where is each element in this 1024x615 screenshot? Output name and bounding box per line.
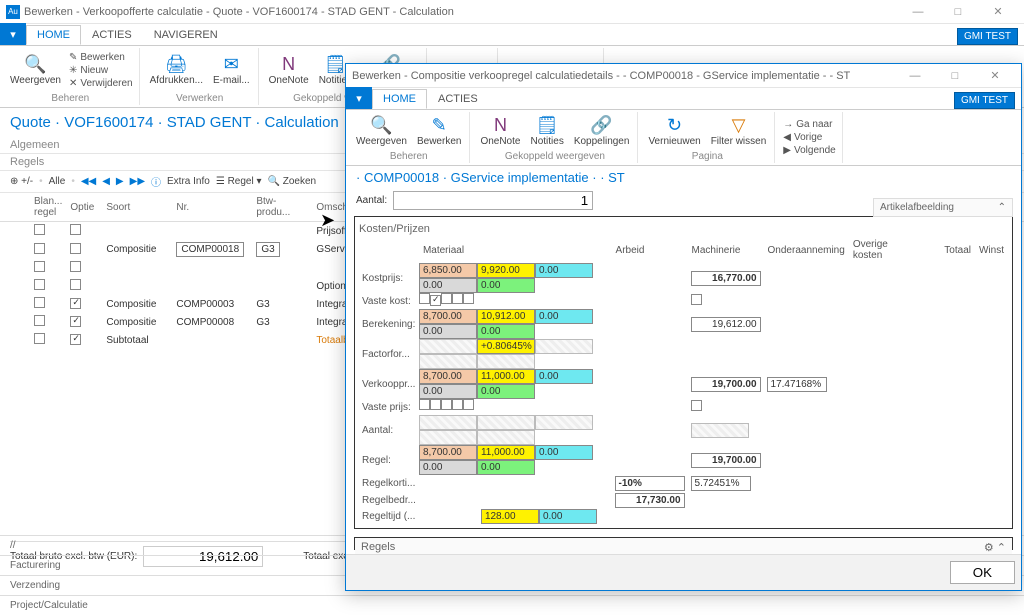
note-icon: 🗒	[325, 54, 345, 74]
ribbon-group-verwerken: Verwerken	[146, 92, 254, 105]
verwijderen-button[interactable]: ✕ Verwijderen	[67, 77, 135, 90]
nav-prev[interactable]: ◀	[102, 176, 110, 187]
nav-next[interactable]: ▶	[116, 176, 124, 187]
child-title-text: Bewerken - Compositie verkoopregel calcu…	[352, 70, 850, 82]
refresh-icon: ↻	[665, 115, 685, 135]
onenote-icon: N	[490, 115, 510, 135]
tab-home[interactable]: HOME	[26, 25, 81, 45]
tab-navigeren[interactable]: NAVIGEREN	[143, 25, 229, 45]
mail-icon: ✉	[221, 54, 241, 74]
afdrukken-button[interactable]: 🖨Afdrukken...	[146, 48, 207, 92]
tab-acties[interactable]: ACTIES	[81, 25, 143, 45]
kosten-header: Kosten/Prijzen	[359, 221, 1008, 237]
note-icon: 🗒	[537, 115, 557, 135]
child-bewerken-button[interactable]: ✎Bewerken	[413, 112, 465, 150]
child-group-pagina: Pagina	[644, 150, 770, 163]
main-titlebar: Au Bewerken - Verkoopofferte calculatie …	[0, 0, 1024, 24]
child-koppelingen-button[interactable]: 🔗Koppelingen	[570, 112, 634, 150]
regel-menu[interactable]: ☰ Regel ▾	[216, 176, 262, 187]
child-vernieuwen-button[interactable]: ↻Vernieuwen	[644, 112, 704, 150]
link-icon: 🔗	[592, 115, 612, 135]
child-tabbar: ▾ HOME ACTIES GMI TEST	[346, 88, 1021, 110]
child-caret-tab[interactable]: ▾	[346, 87, 372, 109]
gmi-test-badge[interactable]: GMI TEST	[957, 28, 1018, 45]
weergeven-button[interactable]: 🔍Weergeven	[6, 48, 65, 92]
printer-icon: 🖨	[166, 54, 186, 74]
info-icon[interactable]: ⓘ	[151, 174, 161, 189]
minimize-button[interactable]: —	[898, 0, 938, 24]
onenote-icon: N	[279, 54, 299, 74]
magnifier-icon: 🔍	[25, 54, 45, 74]
nav-first[interactable]: ◀◀	[81, 176, 96, 187]
child-group-beheren: Beheren	[352, 150, 465, 163]
ok-button[interactable]: OK	[950, 561, 1015, 584]
child-ganaar-button[interactable]: → Ga naar	[781, 118, 837, 131]
child-close-button[interactable]: ✕	[975, 64, 1015, 88]
aantal-label: Aantal:	[356, 195, 387, 206]
child-minimize-button[interactable]: —	[895, 64, 935, 88]
child-tab-home[interactable]: HOME	[372, 89, 427, 109]
edit-icon: ✎	[429, 115, 449, 135]
kosten-panel: Kosten/Prijzen MateriaalArbeid Machineri…	[354, 216, 1013, 529]
chevron-up-icon: ⌃	[998, 202, 1006, 213]
artikelafbeelding-header[interactable]: Artikelafbeelding⌃	[873, 198, 1013, 217]
funnel-x-icon: ▽	[728, 115, 748, 135]
annotation-arrow: ➤	[320, 210, 335, 231]
child-filterwissen-button[interactable]: ▽Filter wissen	[707, 112, 771, 150]
expand-icon[interactable]: ⊕ +/-	[10, 176, 33, 187]
child-vorige-button[interactable]: ◀ Vorige	[781, 131, 837, 144]
regels-header: Regels	[361, 541, 395, 554]
alle-button[interactable]: Alle	[49, 176, 66, 187]
caret-tab[interactable]: ▾	[0, 23, 26, 45]
child-titlebar: Bewerken - Compositie verkoopregel calcu…	[346, 64, 1021, 88]
regels-panel: Regels ⚙ ⌃ ⊕ +/- ◀ ▶ ☰ Regel ▾ ƒ Functie…	[354, 537, 1013, 550]
child-volgende-button[interactable]: ▶ Volgende	[781, 144, 837, 157]
ok-bar: OK	[346, 554, 1021, 590]
panel-tools-icon[interactable]: ⚙ ⌃	[984, 541, 1006, 554]
child-notities-button[interactable]: 🗒Notities	[526, 112, 567, 150]
close-button[interactable]: ✕	[978, 0, 1018, 24]
nav-last[interactable]: ▶▶	[130, 176, 145, 187]
child-weergeven-button[interactable]: 🔍Weergeven	[352, 112, 411, 150]
child-gmi-badge[interactable]: GMI TEST	[954, 92, 1015, 109]
onenote-button[interactable]: NOneNote	[265, 48, 313, 92]
child-maximize-button[interactable]: □	[935, 64, 975, 88]
child-ribbon: 🔍Weergeven ✎Bewerken Beheren NOneNote 🗒N…	[346, 110, 1021, 166]
ribbon-group-beheren: Beheren	[6, 92, 135, 105]
maximize-button[interactable]: □	[938, 0, 978, 24]
main-tabbar: ▾ HOME ACTIES NAVIGEREN GMI TEST	[0, 24, 1024, 46]
project-panel[interactable]: Project/Calculatie	[0, 595, 1024, 615]
magnifier-icon: 🔍	[371, 115, 391, 135]
child-group-gekoppeld: Gekoppeld weergeven	[476, 150, 633, 163]
child-onenote-button[interactable]: NOneNote	[476, 112, 524, 150]
main-title: Bewerken - Verkoopofferte calculatie - Q…	[24, 6, 454, 18]
bewerken-button[interactable]: ✎ Bewerken	[67, 51, 135, 64]
email-button[interactable]: ✉E-mail...	[209, 48, 254, 92]
child-window: Bewerken - Compositie verkoopregel calcu…	[345, 63, 1022, 591]
child-tab-acties[interactable]: ACTIES	[427, 89, 489, 109]
nieuw-button[interactable]: ✳ Nieuw	[67, 64, 135, 77]
aantal-input[interactable]	[393, 191, 593, 210]
extrainfo-label: Extra Info	[167, 176, 210, 187]
app-icon: Au	[6, 5, 20, 19]
zoeken-button[interactable]: 🔍 Zoeken	[268, 176, 317, 187]
child-page-title: · COMP00018 · GService implementatie · ·…	[346, 166, 1021, 189]
